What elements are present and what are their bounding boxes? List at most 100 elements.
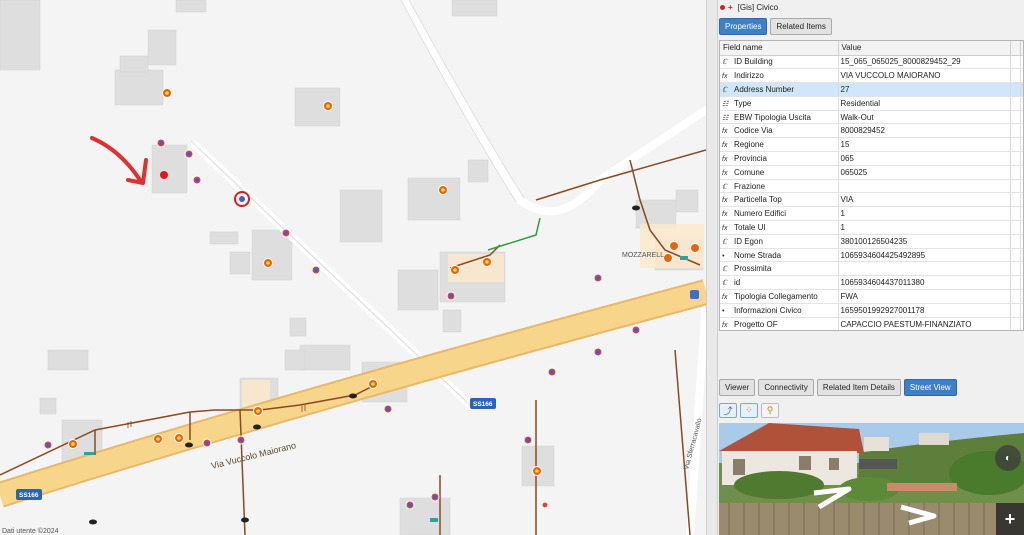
property-value-cell[interactable] bbox=[838, 179, 1011, 194]
tab-connectivity[interactable]: Connectivity bbox=[758, 379, 814, 396]
property-value-cell[interactable]: Walk-Out bbox=[838, 110, 1011, 125]
property-extra-cell bbox=[1010, 303, 1021, 318]
property-value-cell[interactable]: 15_065_065025_8000829452_29 bbox=[838, 55, 1011, 70]
property-scroll-cell bbox=[1020, 110, 1023, 125]
property-row[interactable]: • Nome Strada 1065934604425492895 bbox=[720, 248, 1023, 263]
function-field-icon: fx bbox=[722, 211, 728, 219]
property-row[interactable]: ℂ Address Number 27 bbox=[720, 82, 1023, 97]
property-value-cell[interactable]: 380100126504235 bbox=[838, 234, 1011, 249]
properties-grid[interactable]: Field name Value ℂ ID Building 15_065_0650… bbox=[719, 40, 1024, 331]
bullet-field-icon: • bbox=[722, 252, 725, 260]
property-extra-cell bbox=[1010, 151, 1021, 166]
property-row[interactable]: fx Regione 15 bbox=[720, 137, 1023, 153]
green-cable bbox=[487, 217, 541, 251]
function-field-icon: fx bbox=[722, 224, 728, 232]
property-value-cell[interactable]: 1 bbox=[838, 220, 1011, 235]
road-shield-2: SS166 bbox=[16, 489, 42, 500]
column-header-field[interactable]: Field name bbox=[720, 41, 839, 56]
property-row[interactable]: ☷ EBW Tipologia Uscita Walk-Out bbox=[720, 110, 1023, 125]
property-row[interactable]: ℂid 1065934604437011380 bbox=[720, 275, 1023, 291]
property-row[interactable]: fx Comune 065025 bbox=[720, 165, 1023, 180]
property-field-label: Codice Via bbox=[734, 126, 773, 136]
markers-tool-button[interactable]: ⁘ bbox=[740, 403, 758, 418]
property-value-cell[interactable] bbox=[838, 261, 1011, 277]
panel-splitter[interactable] bbox=[706, 0, 718, 535]
map-svg[interactable]: Via Vuccolo Maiorano SS166 SS166 MOZZARE… bbox=[0, 0, 706, 535]
feature-layer-icon bbox=[720, 4, 725, 10]
property-row[interactable]: ℂ Frazione bbox=[720, 179, 1023, 194]
property-scroll-cell bbox=[1020, 123, 1023, 139]
text-field-icon: ℂ bbox=[722, 266, 727, 274]
property-scroll-cell bbox=[1020, 317, 1023, 330]
tab-viewer[interactable]: Viewer bbox=[719, 379, 756, 396]
poi-label: MOZZARELL bbox=[622, 252, 664, 259]
property-field-label: Totale UI bbox=[734, 222, 766, 232]
property-scroll-cell bbox=[1020, 179, 1023, 194]
bus-stop-icon bbox=[690, 290, 699, 299]
property-scroll-cell bbox=[1020, 55, 1023, 70]
column-header-value[interactable]: Value bbox=[838, 41, 1011, 56]
tab-related-items[interactable]: Related Items bbox=[770, 18, 832, 35]
tab-related-item-details[interactable]: Related Item Details bbox=[816, 379, 901, 396]
properties-grid-body: ℂ ID Building 15_065_065025_8000829452_29 f… bbox=[720, 55, 1023, 330]
annotation-arrowhead bbox=[126, 158, 148, 185]
zoom-in-button[interactable]: + bbox=[996, 503, 1024, 535]
property-row[interactable]: ☷ Type Residential bbox=[720, 96, 1023, 111]
property-extra-cell bbox=[1010, 123, 1021, 139]
property-row[interactable]: • Informazioni Civico 1659501992927001178 bbox=[720, 303, 1023, 318]
map-canvas[interactable]: Via Vuccolo Maiorano SS166 SS166 MOZZARE… bbox=[0, 0, 706, 535]
property-scroll-cell bbox=[1020, 289, 1023, 304]
property-value-cell[interactable]: 27 bbox=[838, 82, 1011, 97]
street-view-image[interactable]: ◐ + bbox=[719, 423, 1024, 535]
pin-tool-button[interactable]: ⚲ bbox=[761, 403, 779, 418]
property-value-cell[interactable]: VIA VUCCOLO MAIORANO bbox=[838, 68, 1011, 84]
property-scroll-cell bbox=[1020, 261, 1023, 277]
property-row[interactable]: ℂ Prossimita bbox=[720, 261, 1023, 277]
property-value-cell[interactable]: VIA bbox=[838, 192, 1011, 208]
property-row[interactable]: fx Codice Via 8000829452 bbox=[720, 123, 1023, 139]
property-field-cell: fx Numero Edifici bbox=[720, 206, 839, 222]
selected-marker[interactable] bbox=[239, 196, 245, 202]
bullet-field-icon: • bbox=[722, 307, 725, 315]
route-tool-button[interactable]: ⤴ bbox=[719, 403, 737, 418]
property-value-cell[interactable]: FWA bbox=[838, 289, 1011, 304]
property-extra-cell bbox=[1010, 165, 1021, 180]
property-value-cell[interactable]: 15 bbox=[838, 137, 1011, 153]
property-scroll-cell bbox=[1020, 206, 1023, 222]
property-value-cell[interactable]: 1 bbox=[838, 206, 1011, 222]
property-field-cell: • Nome Strada bbox=[720, 248, 839, 263]
property-field-cell: fx Regione bbox=[720, 137, 839, 153]
column-header-extra bbox=[1010, 41, 1021, 56]
property-value-cell[interactable]: 1065934604437011380 bbox=[838, 275, 1011, 291]
property-row[interactable]: fx Tipologia Collegamento FWA bbox=[720, 289, 1023, 304]
property-value-cell[interactable]: 065025 bbox=[838, 165, 1011, 180]
property-field-label: Particella Top bbox=[734, 195, 782, 205]
property-extra-cell bbox=[1010, 234, 1021, 249]
property-row[interactable]: fx Provincia 065 bbox=[720, 151, 1023, 166]
function-field-icon: fx bbox=[722, 293, 728, 301]
property-scroll-cell bbox=[1020, 151, 1023, 166]
property-value-cell[interactable]: 1659501992927001178 bbox=[838, 303, 1011, 318]
property-row[interactable]: fx Numero Edifici 1 bbox=[720, 206, 1023, 222]
property-row[interactable]: ℂ ID Building 15_065_065025_8000829452_29 bbox=[720, 55, 1023, 70]
pin-icon: ⚲ bbox=[766, 405, 774, 415]
property-row[interactable]: fx Particella Top VIA bbox=[720, 192, 1023, 208]
compass-icon[interactable]: ◐ bbox=[995, 445, 1021, 471]
property-extra-cell bbox=[1010, 220, 1021, 235]
property-field-cell: • Informazioni Civico bbox=[720, 303, 839, 318]
property-value-cell[interactable]: 8000829452 bbox=[838, 123, 1011, 139]
property-field-label: Numero Edifici bbox=[734, 209, 787, 219]
property-value-cell[interactable]: CAPACCIO PAESTUM-FINANZIATO bbox=[838, 317, 1011, 330]
tab-properties[interactable]: Properties bbox=[719, 18, 768, 35]
property-row[interactable]: fx Indirizzo VIA VUCCOLO MAIORANO bbox=[720, 68, 1023, 84]
property-field-cell: fx Codice Via bbox=[720, 123, 839, 139]
property-row[interactable]: ℂ ID Egon 380100126504235 bbox=[720, 234, 1023, 249]
property-value-cell[interactable]: 1065934604425492895 bbox=[838, 248, 1011, 263]
property-value-cell[interactable]: 065 bbox=[838, 151, 1011, 166]
property-value-cell[interactable]: Residential bbox=[838, 96, 1011, 111]
property-row[interactable]: fx Totale UI 1 bbox=[720, 220, 1023, 235]
tab-street-view[interactable]: Street View bbox=[903, 379, 957, 396]
property-row[interactable]: fx Progetto OF CAPACCIO PAESTUM-FINANZIATO bbox=[720, 317, 1023, 330]
property-field-label: Provincia bbox=[734, 153, 767, 163]
property-extra-cell bbox=[1010, 82, 1021, 97]
